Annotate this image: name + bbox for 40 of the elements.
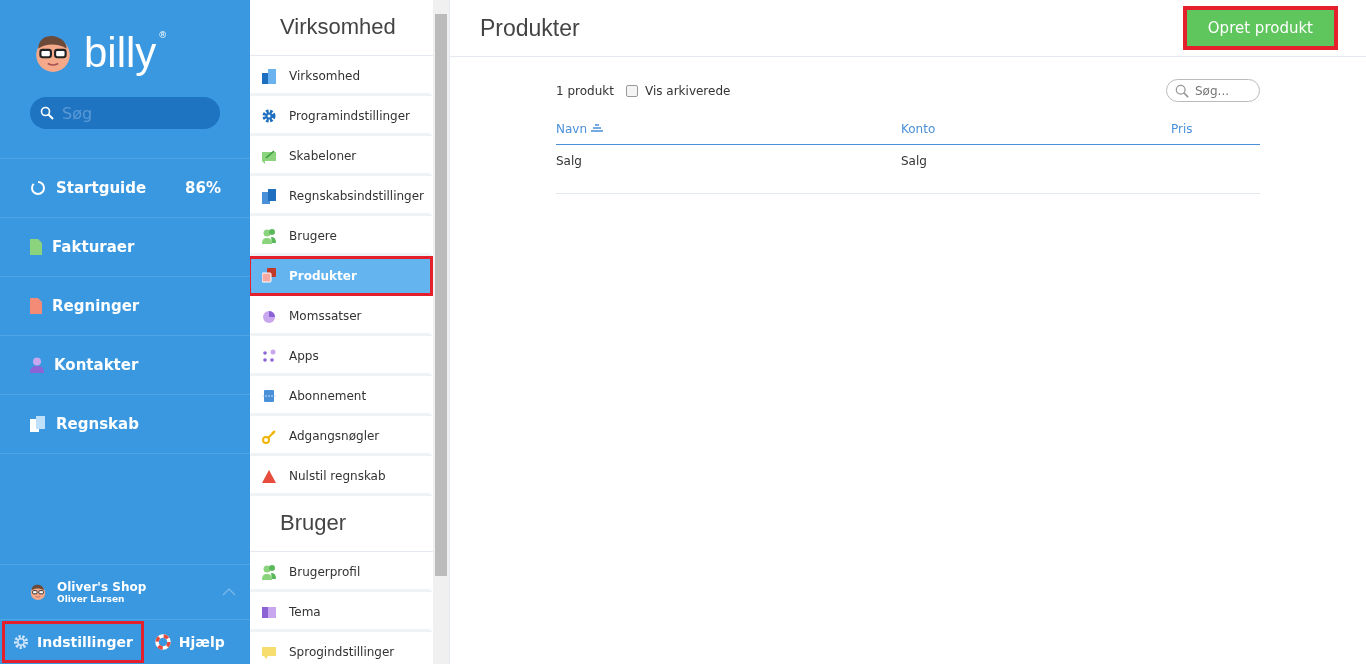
document-icon bbox=[30, 239, 42, 255]
checkbox-label: Vis arkiverede bbox=[644, 83, 731, 98]
documents-icon bbox=[262, 188, 276, 204]
lifebuoy-icon bbox=[154, 634, 171, 650]
key-icon bbox=[262, 428, 276, 444]
search-field[interactable]: Søg bbox=[30, 97, 220, 129]
warning-triangle-icon bbox=[262, 468, 276, 484]
palette-blocks-icon bbox=[262, 604, 276, 620]
pie-chart-icon bbox=[262, 308, 276, 324]
users-icon bbox=[262, 228, 276, 244]
logo-text: billy bbox=[84, 32, 157, 74]
building-icon bbox=[262, 68, 276, 84]
document-icon bbox=[30, 298, 42, 314]
ticket-icon bbox=[262, 388, 276, 404]
registered-mark: ® bbox=[158, 30, 168, 40]
dots-icon bbox=[262, 348, 276, 364]
documents-icon bbox=[30, 416, 46, 432]
chevron-up-icon bbox=[222, 588, 236, 596]
product-count: 1 produkt bbox=[556, 83, 614, 98]
speech-bubble-icon bbox=[262, 644, 276, 660]
scrollbar[interactable] bbox=[433, 0, 449, 664]
ring-icon bbox=[30, 180, 46, 196]
mascot-face-icon bbox=[29, 583, 47, 601]
page-title: Produkter bbox=[480, 14, 580, 42]
table-cell: Salg bbox=[901, 144, 1171, 194]
sort-icon bbox=[591, 123, 604, 133]
overlapping-squares-icon bbox=[262, 268, 276, 284]
person-icon bbox=[30, 357, 44, 373]
template-icon bbox=[262, 148, 276, 164]
column-header[interactable]: Pris bbox=[1171, 122, 1260, 145]
progress-percent: 86% bbox=[185, 179, 221, 197]
search-input[interactable]: Søg bbox=[60, 102, 210, 124]
search-icon bbox=[40, 106, 54, 120]
user-name: Oliver Larsen bbox=[57, 594, 126, 604]
checkbox[interactable] bbox=[625, 84, 638, 97]
gear-icon bbox=[262, 108, 276, 124]
table-cell: Salg bbox=[556, 144, 901, 194]
search-icon bbox=[1175, 82, 1189, 99]
user-icon bbox=[262, 564, 276, 580]
gear-icon bbox=[13, 634, 29, 650]
